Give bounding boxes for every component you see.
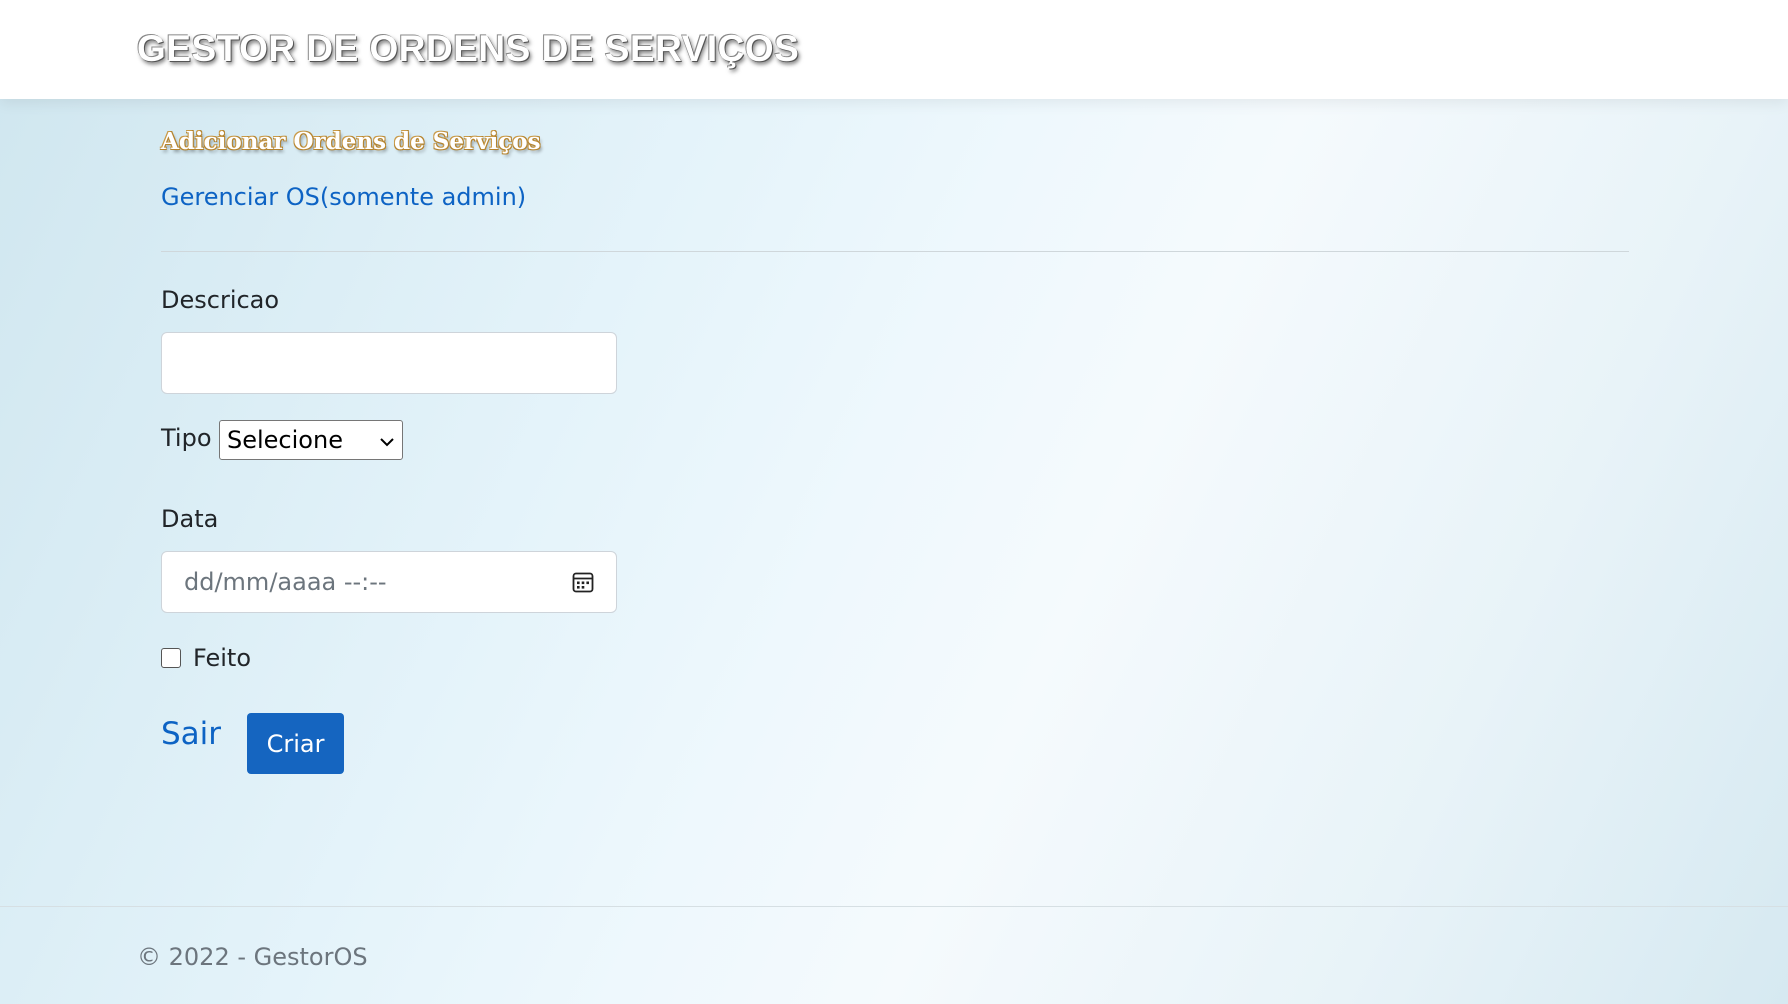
footer-copyright: © 2022 - GestorOS — [137, 943, 368, 971]
feito-label: Feito — [193, 644, 252, 672]
calendar-icon[interactable] — [572, 571, 594, 593]
divider — [161, 251, 1629, 252]
criar-button[interactable]: Criar — [247, 713, 344, 774]
brand-title[interactable]: GESTOR DE ORDENS DE SERVIÇOS — [137, 28, 799, 70]
page-title: Adicionar Ordens de Serviços — [161, 128, 541, 155]
footer-divider — [0, 906, 1788, 907]
feito-checkbox[interactable] — [161, 648, 181, 668]
data-label: Data — [161, 505, 219, 533]
sair-link[interactable]: Sair — [161, 716, 221, 752]
tipo-select[interactable]: Selecione — [219, 420, 403, 460]
chevron-down-icon — [380, 423, 394, 461]
navbar: GESTOR DE ORDENS DE SERVIÇOS — [0, 0, 1788, 99]
tipo-selected-value: Selecione — [227, 426, 343, 454]
tipo-label: Tipo — [161, 424, 212, 452]
data-input[interactable]: dd/mm/aaaa --:-- — [161, 551, 617, 613]
descricao-input[interactable] — [161, 332, 617, 394]
descricao-label: Descricao — [161, 286, 280, 314]
data-placeholder: dd/mm/aaaa --:-- — [184, 568, 387, 596]
manage-os-link[interactable]: Gerenciar OS(somente admin) — [161, 183, 526, 211]
